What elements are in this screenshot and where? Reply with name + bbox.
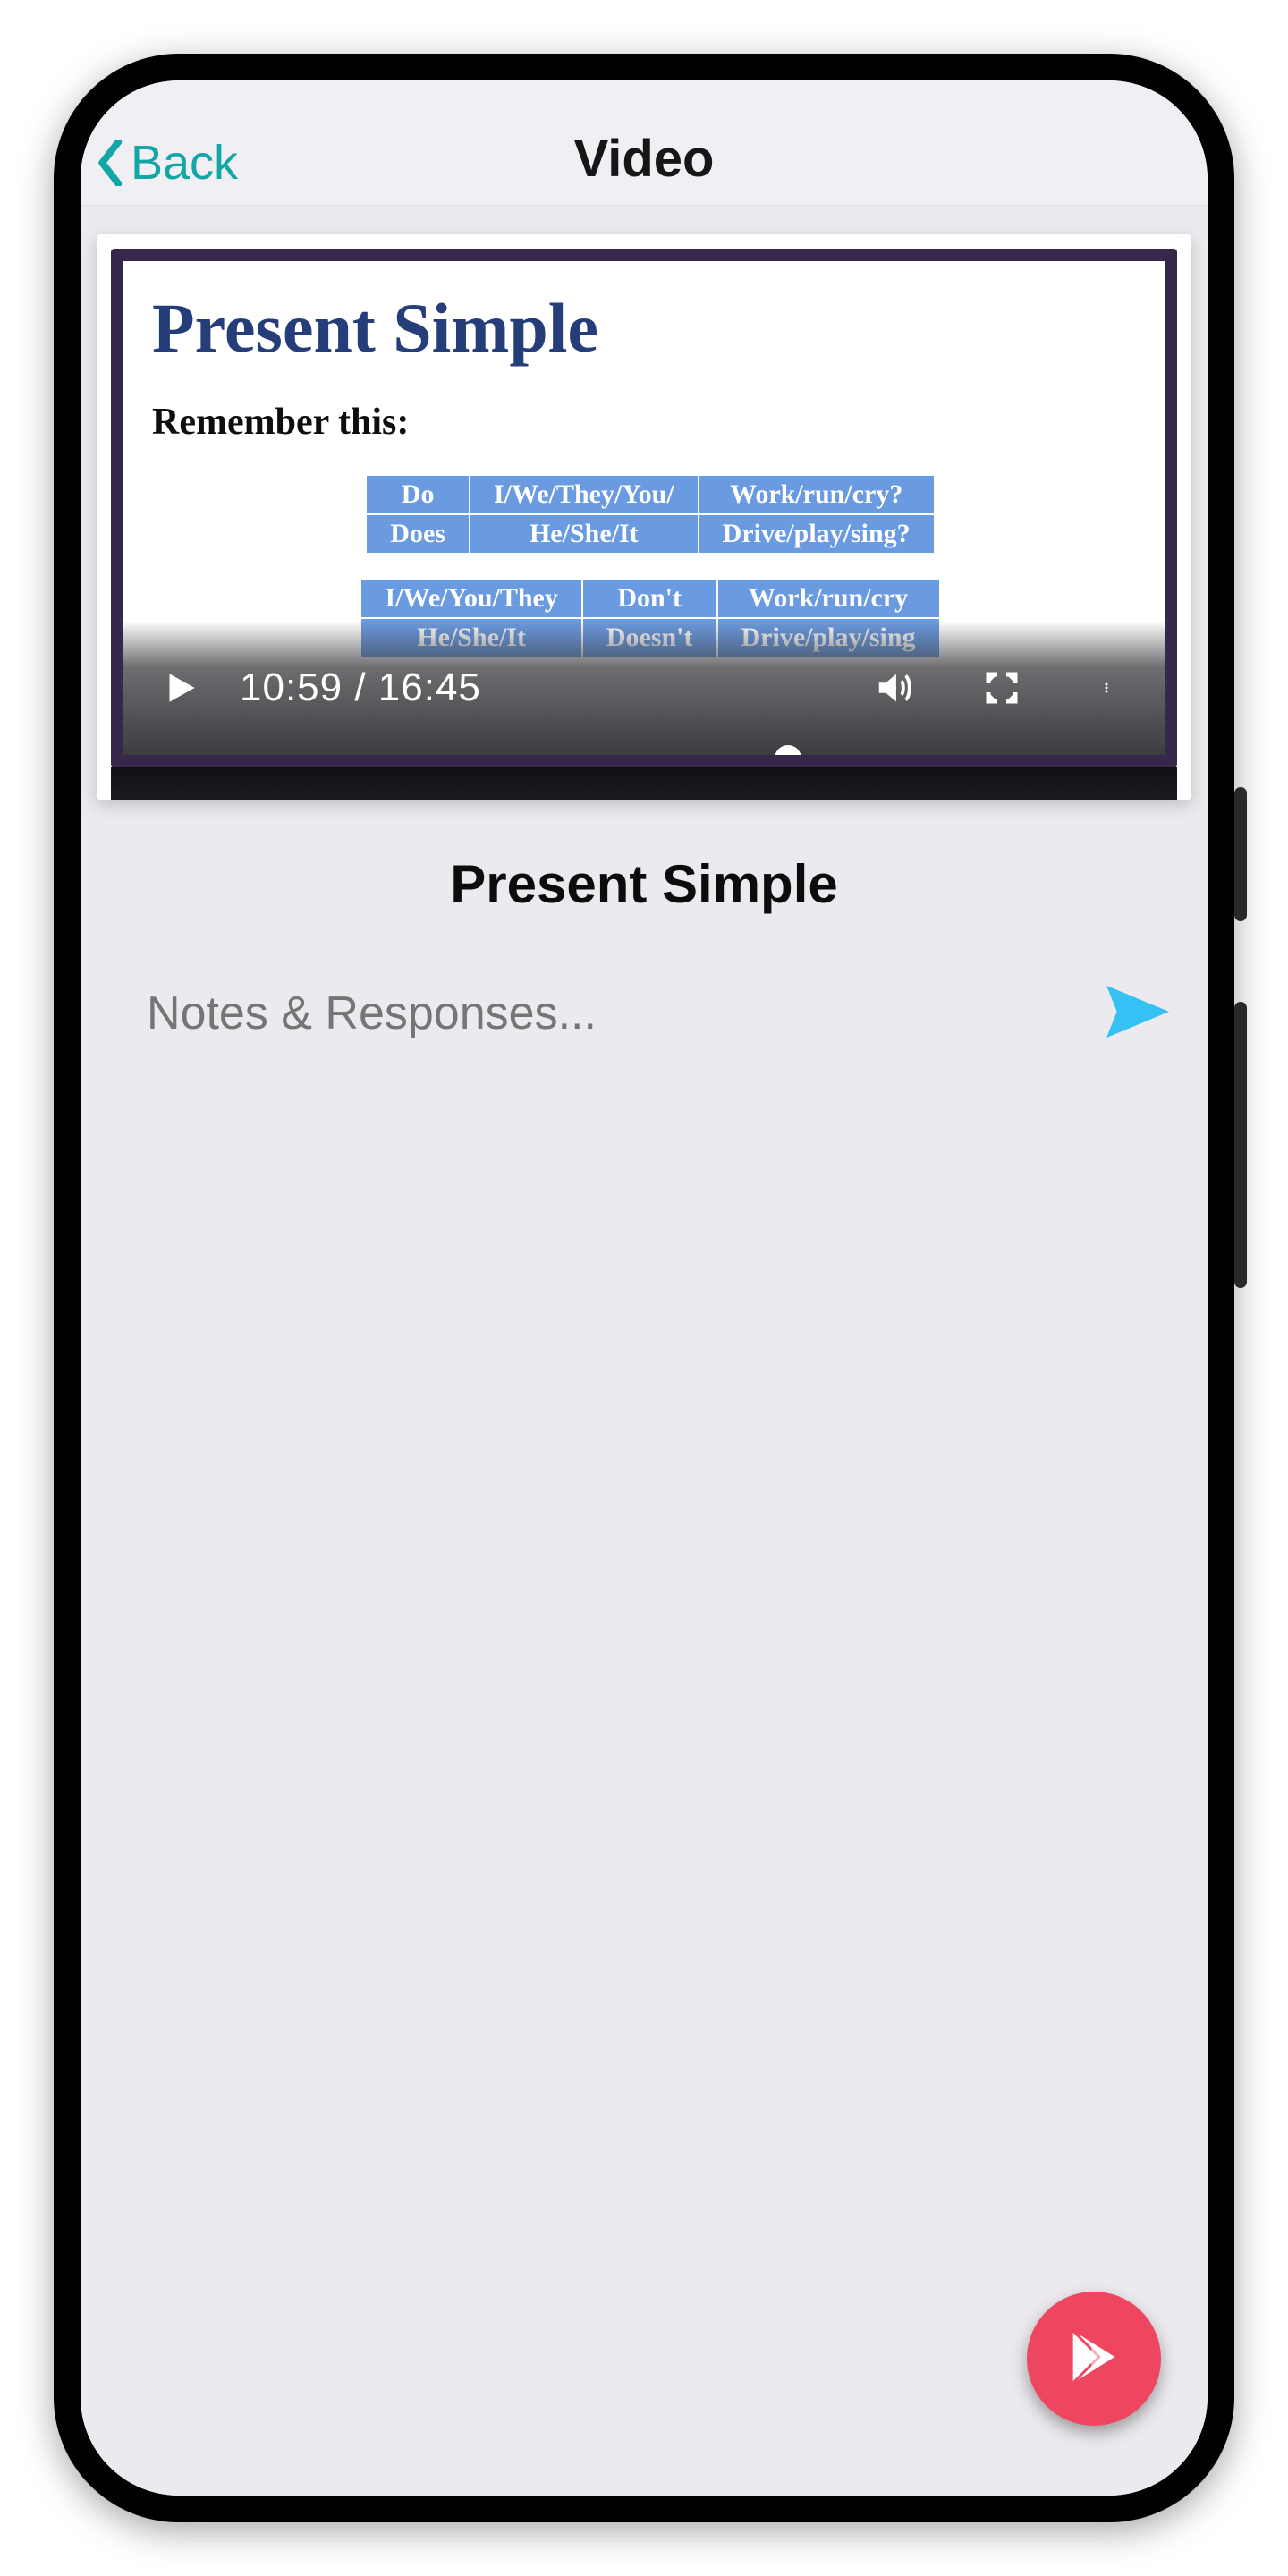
notes-row bbox=[97, 978, 1191, 1049]
lesson-title: Present Simple bbox=[97, 853, 1191, 915]
play-store-fab[interactable] bbox=[1027, 2292, 1161, 2426]
video-progress-done bbox=[163, 755, 788, 762]
topbar: Back Video bbox=[80, 80, 1208, 206]
notes-input[interactable] bbox=[147, 987, 1102, 1040]
table-row: I/We/You/They Don't Work/run/cry bbox=[360, 579, 939, 618]
chevron-left-icon bbox=[93, 140, 125, 186]
volume-button[interactable] bbox=[869, 667, 919, 708]
fullscreen-button[interactable] bbox=[977, 670, 1027, 706]
back-label: Back bbox=[131, 135, 238, 191]
video-stand-shadow bbox=[111, 767, 1177, 800]
send-button[interactable] bbox=[1102, 978, 1174, 1049]
phone-frame: Back Video Present Simple Remember this:… bbox=[54, 54, 1234, 2522]
send-icon bbox=[1106, 985, 1169, 1043]
more-button[interactable] bbox=[1084, 668, 1134, 708]
play-button[interactable] bbox=[154, 669, 204, 707]
table-row: Do I/We/They/You/ Work/run/cry? bbox=[366, 475, 934, 514]
content: Present Simple Remember this: Do I/We/Th… bbox=[80, 206, 1208, 2496]
play-store-icon bbox=[1063, 2326, 1125, 2393]
video-player[interactable]: Present Simple Remember this: Do I/We/Th… bbox=[111, 249, 1177, 767]
slide-subheading: Remember this: bbox=[152, 401, 1148, 444]
table-row: Does He/She/It Drive/play/sing? bbox=[366, 514, 934, 554]
video-slide: Present Simple Remember this: Do I/We/Th… bbox=[123, 261, 1165, 658]
video-card: Present Simple Remember this: Do I/We/Th… bbox=[97, 234, 1191, 800]
app-screen: Back Video Present Simple Remember this:… bbox=[80, 80, 1208, 2496]
page-title: Video bbox=[574, 129, 715, 189]
slide-heading: Present Simple bbox=[152, 288, 1148, 369]
video-controls: 10:59 / 16:45 bbox=[123, 621, 1165, 755]
back-button[interactable]: Back bbox=[93, 135, 238, 191]
video-time-display: 10:59 / 16:45 bbox=[240, 665, 481, 710]
video-progress-bar[interactable] bbox=[163, 755, 1125, 762]
slide-table-1: Do I/We/They/You/ Work/run/cry? Does He/… bbox=[365, 474, 935, 555]
video-scrubber[interactable] bbox=[775, 745, 801, 767]
